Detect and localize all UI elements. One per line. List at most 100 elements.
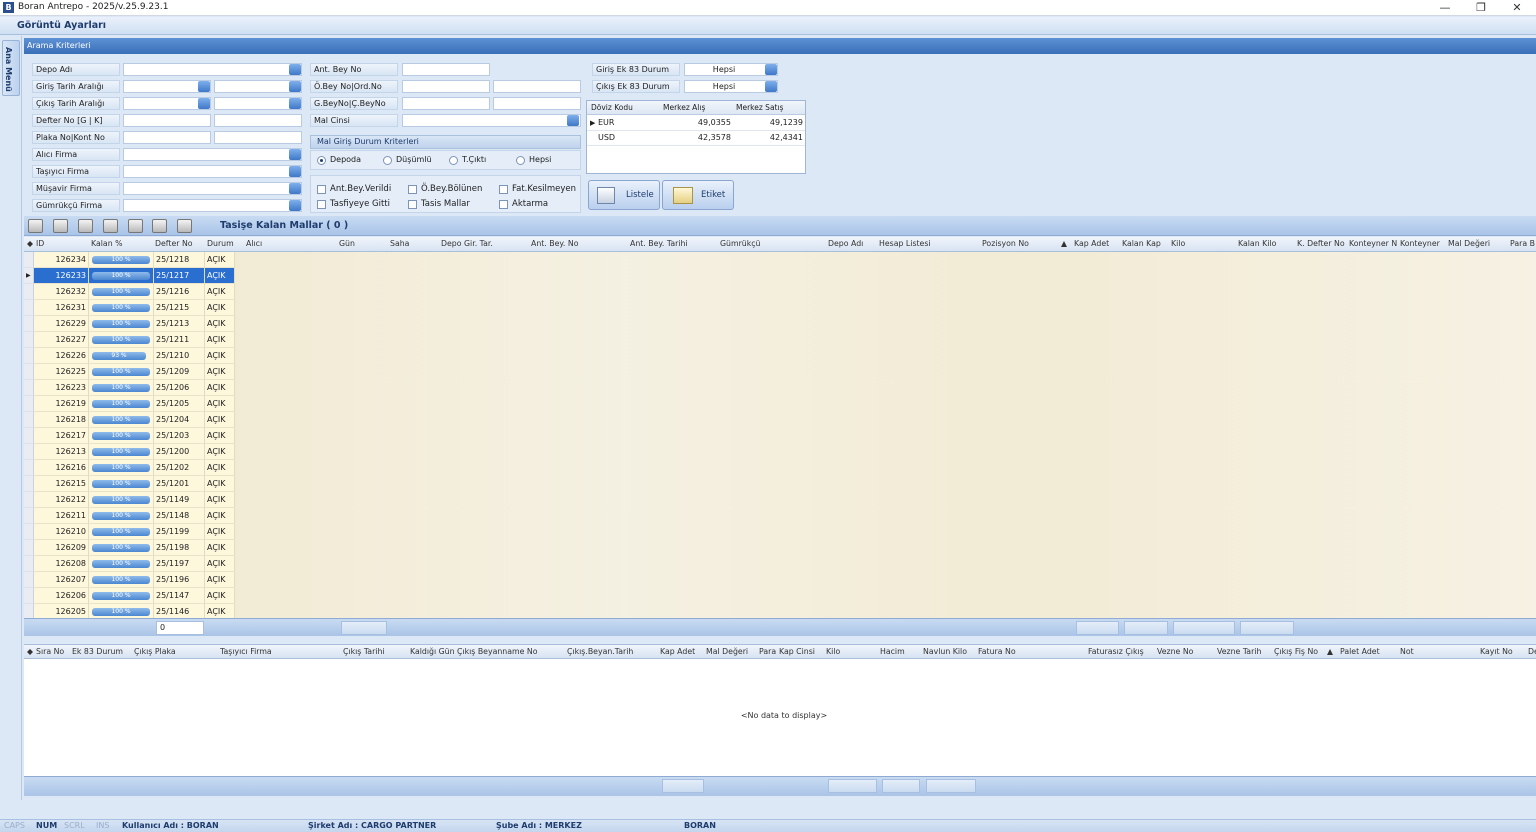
plaka-no-field[interactable] bbox=[123, 131, 211, 144]
col-palet-adet[interactable]: Palet Adet bbox=[1340, 647, 1380, 656]
table-row[interactable]: 126215 100 % 25/1201 AÇIK bbox=[24, 476, 235, 492]
check-tasis-mallar[interactable] bbox=[408, 200, 417, 209]
col-defter-no[interactable]: Defter No bbox=[155, 239, 193, 248]
columns-icon[interactable] bbox=[103, 219, 118, 233]
list-button[interactable]: Listele bbox=[588, 180, 660, 210]
row-indicator[interactable] bbox=[24, 604, 34, 618]
col-cikis-beyanname-no[interactable]: Çıkış Beyanname No bbox=[457, 647, 538, 656]
export-icon[interactable] bbox=[128, 219, 143, 233]
col-para-b[interactable]: Para B bbox=[1510, 239, 1535, 248]
col-vezne-no[interactable]: Vezne No bbox=[1157, 647, 1193, 656]
col-navlun-kilo[interactable]: Navlun Kilo bbox=[923, 647, 967, 656]
col-pozisyon-no[interactable]: Pozisyon No bbox=[982, 239, 1029, 248]
depo-adi-field[interactable] bbox=[123, 63, 302, 76]
col-gun[interactable]: Gün bbox=[339, 239, 355, 248]
row-indicator[interactable] bbox=[24, 284, 34, 300]
row-indicator[interactable] bbox=[24, 460, 34, 476]
col-de[interactable]: De bbox=[1528, 647, 1536, 656]
col-kap-cinsi[interactable]: Kap Cinsi bbox=[779, 647, 815, 656]
mal-cinsi-field[interactable] bbox=[402, 114, 581, 127]
col-kalan-kilo[interactable]: Kalan Kilo bbox=[1238, 239, 1276, 248]
gbey-no-field[interactable] bbox=[402, 97, 490, 110]
table-row[interactable]: 126227 100 % 25/1211 AÇIK bbox=[24, 332, 235, 348]
col-tasiyici-firma[interactable]: Taşıyıcı Firma bbox=[220, 647, 272, 656]
save-icon[interactable] bbox=[53, 219, 68, 233]
table-row[interactable]: 126229 100 % 25/1213 AÇIK bbox=[24, 316, 235, 332]
col-depo-adi[interactable]: Depo Adı bbox=[828, 239, 863, 248]
row-indicator[interactable] bbox=[24, 588, 34, 604]
row-indicator[interactable] bbox=[24, 396, 34, 412]
table-row[interactable]: 126219 100 % 25/1205 AÇIK bbox=[24, 396, 235, 412]
table-row[interactable]: 126216 100 % 25/1202 AÇIK bbox=[24, 460, 235, 476]
col-depo-gir-tar[interactable]: Depo Gir. Tar. bbox=[441, 239, 493, 248]
col-hacim[interactable]: Hacim bbox=[880, 647, 905, 656]
check-ant-bey-verildi[interactable] bbox=[317, 185, 326, 194]
menu-view-settings[interactable]: Görüntü Ayarları bbox=[17, 20, 106, 31]
alici-firma-dropdown-icon[interactable] bbox=[289, 149, 301, 160]
col-sira-no[interactable]: Sıra No bbox=[36, 647, 64, 656]
radio-dusumlu[interactable] bbox=[383, 156, 392, 165]
radio-hepsi[interactable] bbox=[516, 156, 525, 165]
col-kalan-pct[interactable]: Kalan % bbox=[91, 239, 123, 248]
table-row[interactable]: 126231 100 % 25/1215 AÇIK bbox=[24, 300, 235, 316]
table-row[interactable]: 126213 100 % 25/1200 AÇIK bbox=[24, 444, 235, 460]
row-indicator[interactable] bbox=[24, 508, 34, 524]
col-para[interactable]: Para bbox=[759, 647, 776, 656]
row-indicator[interactable] bbox=[24, 364, 34, 380]
row-indicator[interactable] bbox=[24, 540, 34, 556]
giris-ek83-select[interactable]: Hepsi bbox=[684, 63, 778, 76]
gumrukcu-firma-field[interactable] bbox=[123, 199, 302, 212]
col-cikis-plaka[interactable]: Çıkış Plaka bbox=[134, 647, 176, 656]
ant-bey-no-field[interactable] bbox=[402, 63, 490, 76]
col-saha[interactable]: Saha bbox=[390, 239, 409, 248]
table-row[interactable]: ▶ 126233 100 % 25/1217 AÇIK bbox=[24, 268, 235, 284]
check-fat-kesilmeyen[interactable] bbox=[499, 185, 508, 194]
col-mal-degeri[interactable]: Mal Değeri bbox=[706, 647, 748, 656]
check-obey-bolunen[interactable] bbox=[408, 185, 417, 194]
table-row[interactable]: 126205 100 % 25/1146 AÇIK bbox=[24, 604, 235, 618]
col-konteyner[interactable]: Konteyner bbox=[1400, 239, 1440, 248]
row-indicator[interactable] bbox=[24, 428, 34, 444]
col-hesap-listesi[interactable]: Hesap Listesi bbox=[879, 239, 931, 248]
table-row[interactable]: 126206 100 % 25/1147 AÇIK bbox=[24, 588, 235, 604]
col-id[interactable]: ID bbox=[36, 239, 44, 248]
table-row[interactable]: 126225 100 % 25/1209 AÇIK bbox=[24, 364, 235, 380]
row-indicator[interactable] bbox=[24, 476, 34, 492]
row-indicator[interactable] bbox=[24, 316, 34, 332]
col-k-defter-no[interactable]: K. Defter No bbox=[1297, 239, 1345, 248]
table-row[interactable]: 126210 100 % 25/1199 AÇIK bbox=[24, 524, 235, 540]
col-mal-degeri[interactable]: Mal Değeri bbox=[1448, 239, 1490, 248]
restore-button[interactable]: ❐ bbox=[1463, 0, 1499, 16]
minimize-button[interactable]: — bbox=[1427, 0, 1463, 16]
row-indicator[interactable] bbox=[24, 444, 34, 460]
table-row[interactable]: 126232 100 % 25/1216 AÇIK bbox=[24, 284, 235, 300]
col-kaldigi-gun[interactable]: Kaldığı Gün bbox=[410, 647, 455, 656]
col-kilo[interactable]: Kilo bbox=[826, 647, 840, 656]
col-faturasiz-cikis[interactable]: Faturasız Çıkış bbox=[1088, 647, 1144, 656]
cikis-ek83-dropdown-icon[interactable] bbox=[765, 81, 777, 92]
close-button[interactable]: ✕ bbox=[1499, 0, 1535, 16]
table-row[interactable]: 126212 100 % 25/1149 AÇIK bbox=[24, 492, 235, 508]
col-cikis-tarihi[interactable]: Çıkış Tarihi bbox=[343, 647, 385, 656]
col-vezne-tarih[interactable]: Vezne Tarih bbox=[1217, 647, 1261, 656]
col-kayit-no[interactable]: Kayıt No bbox=[1480, 647, 1513, 656]
table-row[interactable]: 126217 100 % 25/1203 AÇIK bbox=[24, 428, 235, 444]
print-icon[interactable] bbox=[78, 219, 93, 233]
main-menu-tab[interactable]: Ana Menü bbox=[2, 40, 20, 96]
grid-view-icon[interactable] bbox=[28, 219, 43, 233]
depo-adi-dropdown-icon[interactable] bbox=[289, 64, 301, 75]
col-fatura-no[interactable]: Fatura No bbox=[978, 647, 1016, 656]
mal-cinsi-dropdown-icon[interactable] bbox=[567, 115, 579, 126]
table-row[interactable]: 126207 100 % 25/1196 AÇIK bbox=[24, 572, 235, 588]
label-print-button[interactable]: Etiket bbox=[662, 180, 734, 210]
col-gumrukcu[interactable]: Gümrükçü bbox=[720, 239, 760, 248]
row-indicator[interactable] bbox=[24, 556, 34, 572]
row-indicator[interactable] bbox=[24, 380, 34, 396]
kont-no-field[interactable] bbox=[214, 131, 302, 144]
table-row[interactable]: 126218 100 % 25/1204 AÇIK bbox=[24, 412, 235, 428]
row-indicator[interactable] bbox=[24, 348, 34, 364]
cikis-ek83-select[interactable]: Hepsi bbox=[684, 80, 778, 93]
col-cikis-fis-no[interactable]: Çıkış Fiş No bbox=[1274, 647, 1318, 656]
defter-no-g-field[interactable] bbox=[123, 114, 211, 127]
cbey-no-field[interactable] bbox=[493, 97, 581, 110]
